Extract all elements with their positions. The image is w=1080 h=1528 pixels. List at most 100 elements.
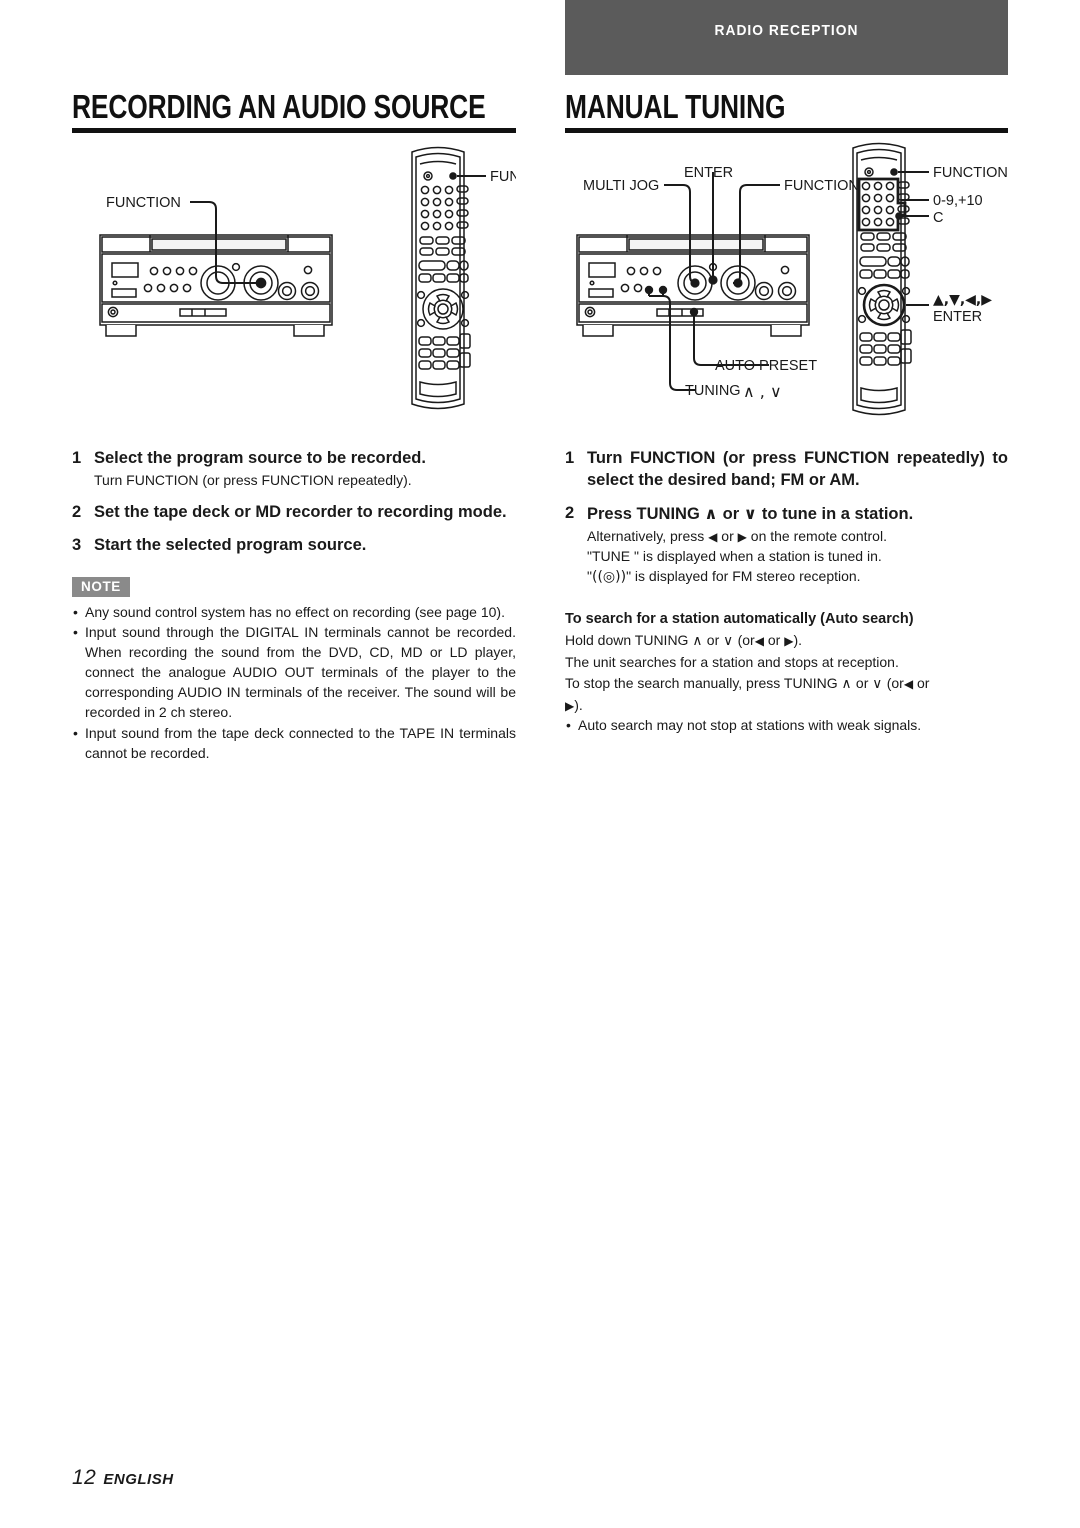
tuning-step-2-title-b: or (722, 504, 740, 523)
callout-dot-tuning-up (644, 285, 654, 295)
tuning-sub-line-1: Alternatively, press ◀ or ▶ on the remot… (587, 527, 1008, 547)
callout-dot-receiver-function (733, 278, 743, 288)
auto-search-heading: To search for a station automatically (A… (565, 611, 914, 628)
step-1: 1 Select the program source to be record… (72, 448, 516, 491)
callout-label-remote-enter: ENTER (933, 309, 982, 325)
callout-label-multi-jog: MULTI JOG (583, 178, 659, 194)
tuning-step-1: 1 Turn FUNCTION (or press FUNCTION repea… (565, 448, 1008, 492)
step-3: 3 Start the selected program source. (72, 535, 516, 557)
remote-illustration (411, 146, 471, 410)
step-1-title: Select the program source to be recorded… (94, 449, 426, 467)
page-footer: 12 ENGLISH (72, 1466, 174, 1490)
step-2-number: 2 (72, 502, 82, 521)
tuning-sub-line-2: "TUNE " is displayed when a station is t… (587, 547, 882, 564)
step-3-number: 3 (72, 535, 82, 554)
page-number: 12 (72, 1466, 97, 1489)
step-2-title: Set the tape deck or MD recorder to reco… (94, 502, 507, 521)
triangle-left-icon: ◀ (754, 634, 764, 649)
chevron-up-icon: ∧ (704, 503, 719, 523)
manual-tuning-instructions: 1 Turn FUNCTION (or press FUNCTION repea… (565, 448, 1008, 736)
tuning-step-2-number: 2 (565, 503, 575, 522)
step-1-subtext: Turn FUNCTION (or press FUNCTION repeate… (94, 471, 412, 488)
auto-search-3a: To stop the search manually, press TUNIN… (565, 674, 838, 691)
note-item: Input sound through the DIGITAL IN termi… (72, 622, 516, 723)
note-badge: NOTE (72, 576, 130, 597)
auto-search-4e: ). (574, 696, 583, 713)
chevron-up-icon: ∧ (692, 633, 703, 650)
auto-search-1e: ). (793, 632, 803, 649)
callout-label-numeric-keys: 0-9,+10 (933, 193, 983, 209)
tuning-step-1-number: 1 (565, 449, 575, 467)
footer-language: ENGLISH (103, 1471, 174, 1488)
radio-reception-banner: RADIO RECEPTION (565, 0, 1008, 75)
remote-illustration (852, 142, 912, 416)
tuning-sub-1a: Alternatively, press (587, 527, 705, 544)
section-heading-manual-tuning: MANUAL TUNING (565, 88, 786, 125)
chevron-down-icon: ∨ (743, 503, 758, 523)
tuning-step-2-title: Press TUNING ∧ or ∨ to tune in a station… (587, 503, 1008, 526)
auto-search-line-2: The unit searches for a station and stop… (565, 654, 899, 671)
recording-instructions: 1 Select the program source to be record… (72, 448, 516, 763)
step-2: 2 Set the tape deck or MD recorder to re… (72, 502, 516, 524)
auto-search-line-1: Hold down TUNING ∧ or ∨ (or◀ or ▶). (565, 630, 1008, 652)
callout-label-receiver-function: FUNCTION (784, 178, 859, 194)
section-rule-manual-tuning (565, 128, 1008, 133)
tuning-sub-3b: " is displayed for FM stereo reception. (626, 567, 861, 584)
manual-tuning-diagram-svg: MULTI JOG ENTER FUNCTION AUTO PRESET TUN… (576, 142, 1008, 416)
callout-label-auto-preset: AUTO PRESET (715, 358, 817, 374)
chevron-up-icon: ∧ (841, 675, 853, 692)
manual-tuning-diagram: MULTI JOG ENTER FUNCTION AUTO PRESET TUN… (565, 140, 1008, 440)
recording-diagram: FUNCTION FUNCTION (72, 140, 516, 440)
callout-dot-tuning-down (658, 285, 668, 295)
callout-label-tuning-glyphs: ∧ , ∨ (743, 382, 782, 401)
chevron-down-icon: ∨ (723, 633, 734, 650)
section-heading-recording: RECORDING AN AUDIO SOURCE (72, 88, 486, 125)
auto-search-3c: (or (886, 674, 904, 691)
note-item: Input sound from the tape deck connected… (72, 723, 516, 763)
callout-label-receiver-function: FUNCTION (106, 195, 181, 211)
tuning-step-2-title-c: to tune in a station. (761, 504, 914, 523)
tuning-sub-1b: or (721, 527, 734, 544)
callout-dot-remote-function (449, 172, 457, 180)
callout-dot-multi-jog (690, 278, 700, 288)
auto-search-block: To search for a station automatically (A… (565, 609, 1008, 735)
callout-dot-clear-key (895, 212, 903, 220)
tuning-sub-line-3: "((◎))" is displayed for FM stereo recep… (587, 567, 1008, 588)
callout-dot-receiver-function (256, 278, 266, 288)
note-item: Any sound control system has no effect o… (72, 602, 516, 622)
triangle-left-icon: ◀ (903, 676, 914, 691)
auto-search-1b: or (706, 632, 720, 649)
triangle-right-icon: ▶ (737, 529, 747, 544)
auto-search-line-3: To stop the search manually, press TUNIN… (565, 673, 1008, 695)
callout-dot-remote-function (890, 168, 898, 176)
recording-diagram-svg: FUNCTION FUNCTION (99, 146, 516, 410)
triangle-right-icon: ▶ (565, 698, 575, 713)
tuning-step-2: 2 Press TUNING ∧ or ∨ to tune in a stati… (565, 503, 1008, 588)
callout-label-remote-function: FUNCTION (490, 169, 516, 185)
tuning-sub-1c: on the remote control. (750, 527, 887, 544)
section-rule-recording (72, 128, 516, 133)
tuning-step-2-subtext: Alternatively, press ◀ or ▶ on the remot… (587, 527, 1008, 588)
auto-search-3d: or (916, 674, 930, 691)
tuning-step-2-title-a: Press TUNING (587, 504, 700, 523)
callout-dot-auto-preset (689, 307, 699, 317)
auto-search-line-4: ▶). (565, 695, 1008, 715)
radio-reception-banner-label: RADIO RECEPTION (714, 22, 859, 39)
step-3-title: Start the selected program source. (94, 535, 367, 554)
callout-label-tuning: TUNING (685, 383, 741, 399)
note-list: Any sound control system has no effect o… (72, 602, 516, 763)
auto-search-1c: (or (737, 632, 755, 649)
triangle-left-icon: ◀ (708, 529, 718, 544)
step-1-number: 1 (72, 449, 82, 467)
fm-stereo-icon: ((◎)) (591, 568, 627, 585)
auto-search-1a: Hold down TUNING (565, 632, 689, 649)
callout-label-enter: ENTER (684, 165, 733, 181)
auto-search-bullet: Auto search may not stop at stations wit… (565, 715, 1008, 736)
callout-label-cursor-keys: ▲,▼,◀,▶ (933, 292, 992, 308)
callout-dot-enter (708, 275, 718, 285)
auto-search-1d: or (767, 632, 781, 649)
callout-label-clear-key: C (933, 210, 943, 226)
callout-label-remote-function: FUNCTION (933, 165, 1008, 181)
chevron-down-icon: ∨ (872, 675, 883, 692)
tuning-step-1-title: Turn FUNCTION (or press FUNCTION repeate… (587, 449, 1008, 489)
